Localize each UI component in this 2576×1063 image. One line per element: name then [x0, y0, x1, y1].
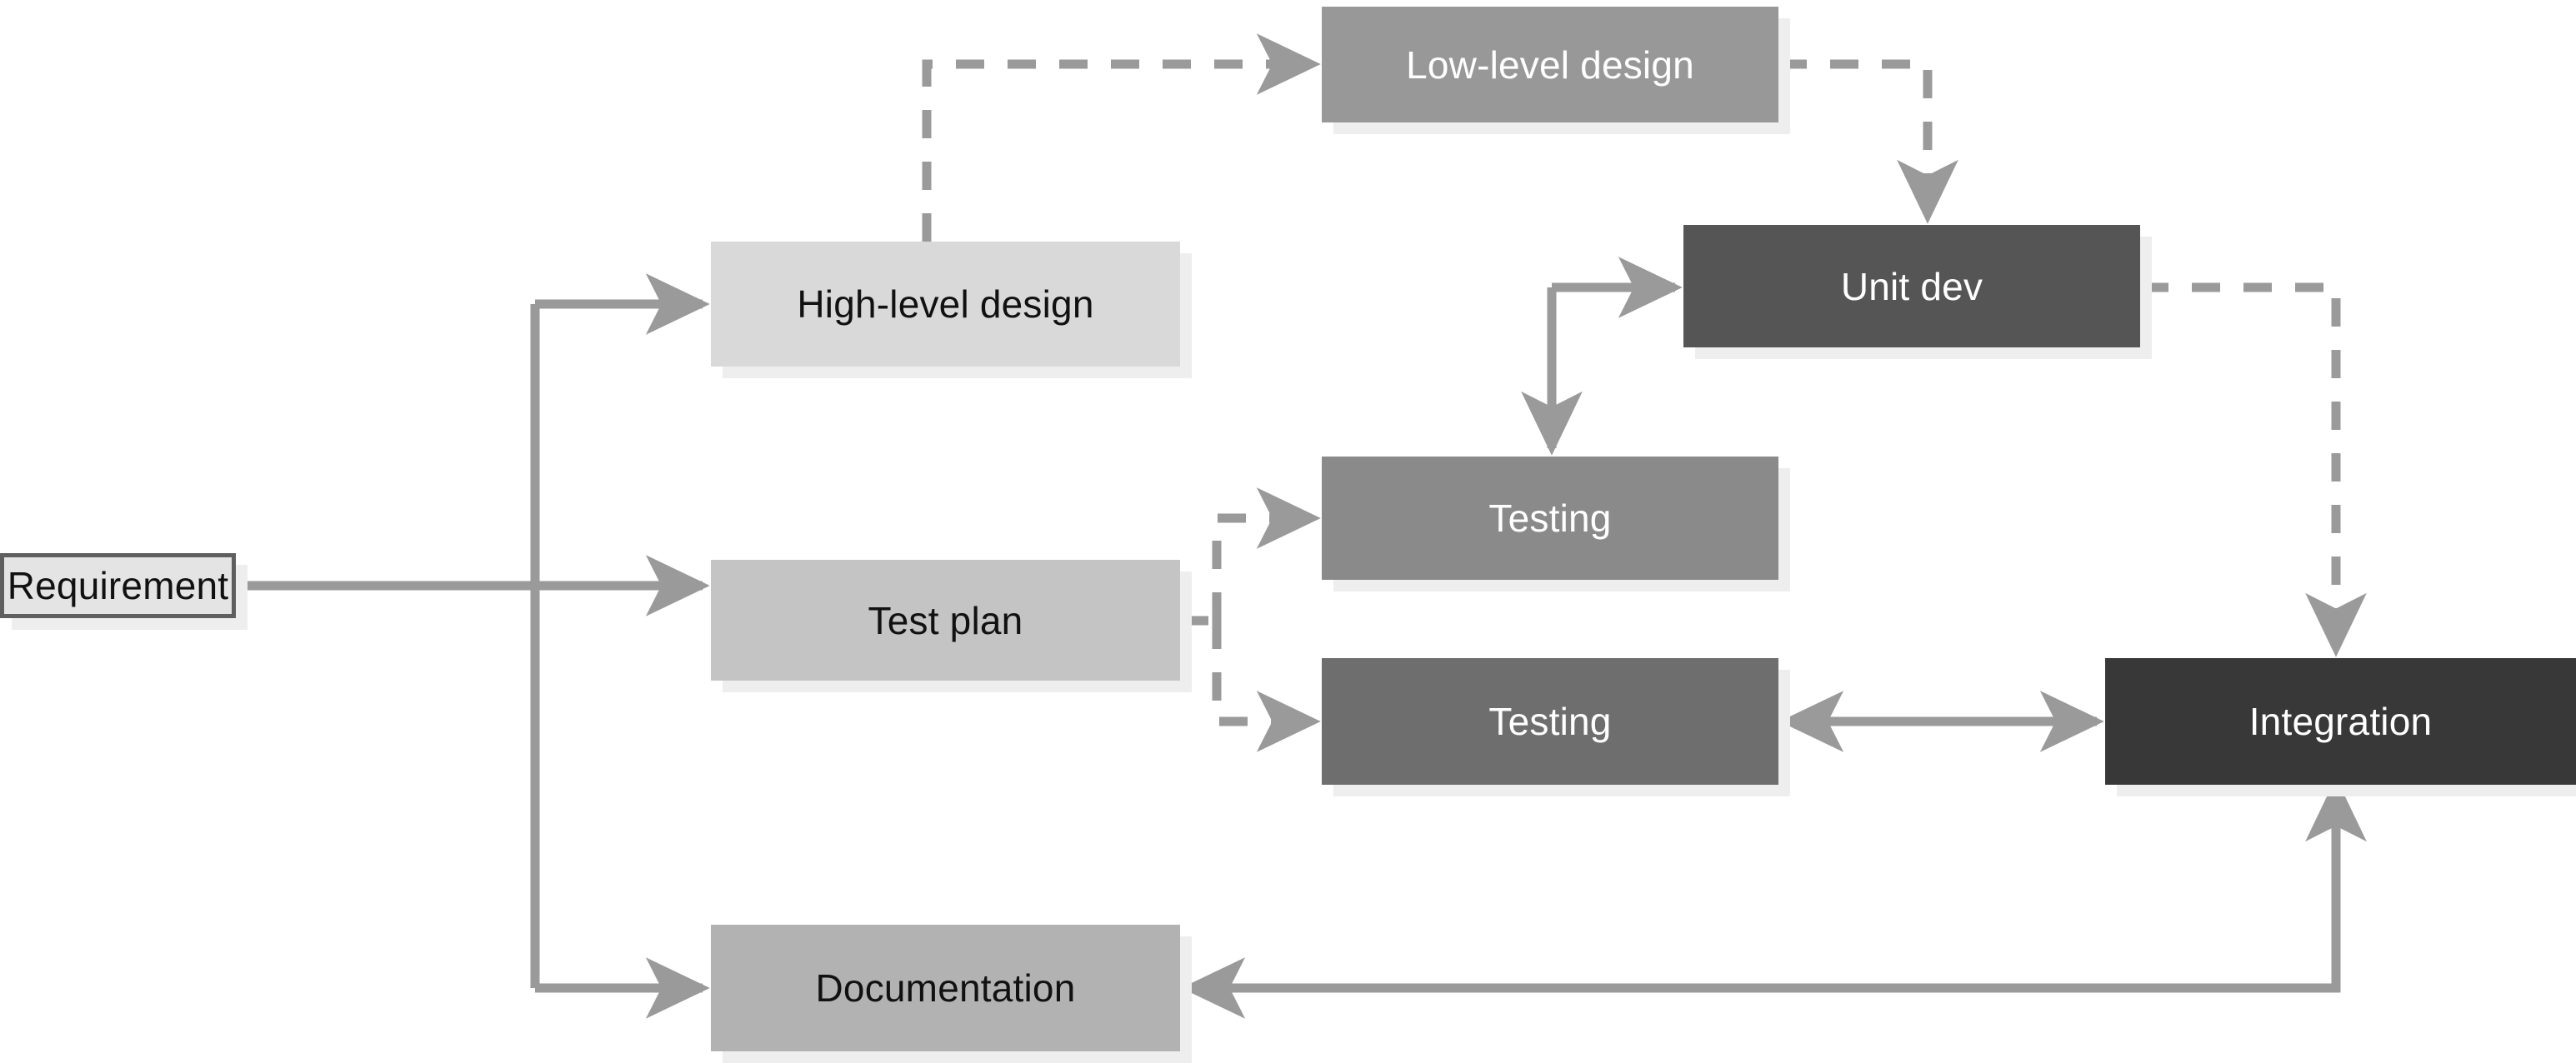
edge-integration-to-documentation: [1181, 777, 2367, 1019]
node-high-level-design[interactable]: High-level design: [711, 242, 1192, 378]
node-low-level-design[interactable]: Low-level design: [1322, 7, 1790, 134]
node-face: Unit dev: [1683, 225, 2140, 347]
node-testing-lower[interactable]: Testing: [1322, 658, 1790, 796]
node-label: Test plan: [868, 598, 1023, 642]
node-requirement[interactable]: Requirement: [0, 553, 248, 630]
node-test-plan[interactable]: Test plan: [711, 560, 1192, 692]
node-face: Documentation: [711, 925, 1180, 1051]
node-face: Requirement: [0, 553, 236, 618]
node-face: Low-level design: [1322, 7, 1778, 122]
node-face: Integration: [2105, 658, 2576, 785]
edge-unit-dev-to-integration: [2140, 282, 2367, 657]
node-label: Requirement: [7, 564, 229, 607]
node-label: Unit dev: [1840, 264, 1983, 308]
node-label: Low-level design: [1406, 42, 1694, 87]
connector-layer: [240, 33, 2367, 1019]
node-label: Testing: [1488, 497, 1612, 540]
diagram-canvas: Requirement High-level design Low-level …: [0, 0, 2576, 1063]
node-documentation[interactable]: Documentation: [711, 925, 1192, 1063]
node-label: Documentation: [815, 966, 1076, 1010]
node-unit-dev[interactable]: Unit dev: [1683, 225, 2152, 359]
edge-test-plan-to-testing-lower: [1212, 621, 1321, 752]
node-face: High-level design: [711, 242, 1180, 367]
edge-high-level-to-low-level-design: [922, 33, 1321, 242]
node-face: Testing: [1322, 457, 1778, 580]
node-testing-upper[interactable]: Testing: [1322, 457, 1790, 591]
node-label: Integration: [2248, 700, 2433, 743]
edge-low-level-design-to-unit-dev: [1778, 59, 1958, 224]
node-face: Testing: [1322, 658, 1778, 785]
node-face: Test plan: [711, 560, 1180, 681]
edge-test-plan-to-testing-upper: [1212, 487, 1321, 621]
node-label: Testing: [1488, 700, 1612, 743]
node-label: High-level design: [797, 282, 1094, 326]
node-integration[interactable]: Integration: [2105, 658, 2576, 796]
